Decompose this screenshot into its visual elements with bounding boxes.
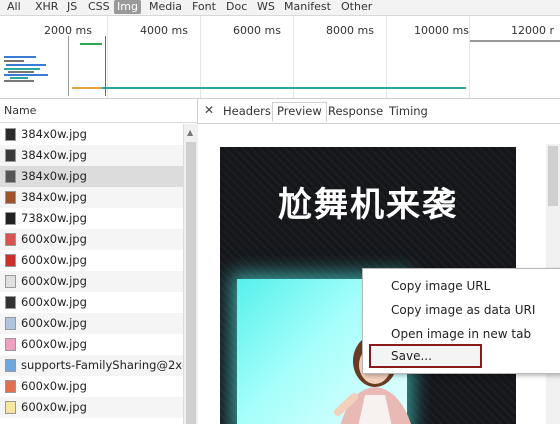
name-column-label: Name	[4, 104, 37, 117]
grid-line	[200, 16, 201, 98]
request-bar	[4, 74, 48, 76]
name-column-header[interactable]: Name	[0, 99, 197, 123]
scrollbar-thumb[interactable]	[548, 146, 558, 206]
request-list-scrollbar[interactable]: ▲	[183, 124, 198, 424]
image-thumbnail-icon	[5, 128, 16, 141]
list-item[interactable]: 738x0w.jpg	[0, 208, 183, 229]
file-name: 600x0w.jpg	[21, 337, 87, 351]
image-context-menu: Copy image URL Copy image as data URI Op…	[362, 268, 560, 374]
request-bar	[4, 56, 36, 58]
image-thumbnail-icon	[5, 275, 16, 288]
filter-manifest[interactable]: Manifest	[281, 0, 334, 14]
menu-item-save[interactable]: Save...	[391, 346, 432, 366]
filter-img[interactable]: Img	[114, 0, 141, 14]
request-bar	[4, 80, 34, 82]
file-name: 384x0w.jpg	[21, 148, 87, 162]
tab-preview[interactable]: Preview	[272, 102, 327, 122]
file-name: 600x0w.jpg	[21, 400, 87, 414]
request-bar	[8, 71, 34, 73]
request-bar	[6, 64, 46, 66]
list-item[interactable]: 600x0w.jpg	[0, 292, 183, 313]
list-item[interactable]: 600x0w.jpg	[0, 376, 183, 397]
file-name: 600x0w.jpg	[21, 274, 87, 288]
file-name: 384x0w.jpg	[21, 127, 87, 141]
menu-item-open-image-new-tab[interactable]: Open image in new tab	[391, 324, 531, 344]
image-thumbnail-icon	[5, 254, 16, 267]
timeline-tick: 6000 ms	[233, 24, 281, 37]
image-thumbnail-icon	[5, 338, 16, 351]
list-item[interactable]: supports-FamilySharing@2x-f.	[0, 355, 183, 376]
tab-response[interactable]: Response	[328, 103, 383, 121]
list-item[interactable]: 600x0w.jpg	[0, 313, 183, 334]
filter-font[interactable]: Font	[189, 0, 219, 14]
image-thumbnail-icon	[5, 401, 16, 414]
timeline-tick: 12000 r	[511, 24, 555, 37]
list-item[interactable]: 600x0w.jpg	[0, 229, 183, 250]
filter-media[interactable]: Media	[146, 0, 185, 14]
scroll-up-arrow-icon[interactable]: ▲	[187, 128, 193, 137]
image-thumbnail-icon	[5, 170, 16, 183]
close-icon[interactable]: ✕	[204, 103, 214, 117]
list-item[interactable]: 384x0w.jpg	[0, 145, 183, 166]
request-bar	[4, 60, 24, 62]
request-bar	[76, 87, 466, 89]
filter-ws[interactable]: WS	[254, 0, 278, 14]
file-name: 384x0w.jpg	[21, 190, 87, 204]
file-name: supports-FamilySharing@2x-f.	[21, 358, 183, 372]
filter-doc[interactable]: Doc	[223, 0, 250, 14]
list-item[interactable]: 600x0w.jpg	[0, 397, 183, 418]
filter-other[interactable]: Other	[338, 0, 375, 14]
request-bar	[80, 43, 102, 45]
timeline-marker	[68, 36, 69, 96]
filter-xhr[interactable]: XHR	[32, 0, 61, 14]
list-item[interactable]: 600x0w.jpg	[0, 271, 183, 292]
image-thumbnail-icon	[5, 191, 16, 204]
list-item[interactable]: 384x0w.jpg	[0, 124, 183, 145]
image-thumbnail-icon	[5, 233, 16, 246]
grid-line	[469, 16, 470, 98]
grid-line	[293, 16, 294, 98]
request-bar	[10, 77, 28, 79]
detail-tabs: ✕ Headers Preview Response Timing	[197, 99, 560, 124]
list-item[interactable]: 384x0w.jpg	[0, 187, 183, 208]
file-name: 600x0w.jpg	[21, 316, 87, 330]
list-item[interactable]: 600x0w.jpg	[0, 334, 183, 355]
network-overview-timeline[interactable]: 2000 ms 4000 ms 6000 ms 8000 ms 10000 ms…	[0, 16, 560, 99]
file-name: 738x0w.jpg	[21, 211, 87, 225]
request-bar	[72, 87, 102, 89]
filter-all[interactable]: All	[4, 0, 24, 14]
list-item[interactable]: 600x0w.jpg	[0, 250, 183, 271]
file-name: 600x0w.jpg	[21, 379, 87, 393]
timeline-tick: 4000 ms	[140, 24, 188, 37]
resource-filter-bar: All XHR JS CSS Img Media Font Doc WS Man…	[0, 0, 560, 16]
load-event-marker	[105, 36, 106, 96]
menu-item-copy-image-url[interactable]: Copy image URL	[391, 276, 490, 296]
image-thumbnail-icon	[5, 212, 16, 225]
grid-line	[386, 16, 387, 98]
request-list: 384x0w.jpg 384x0w.jpg 384x0w.jpg 384x0w.…	[0, 124, 183, 424]
image-thumbnail-icon	[5, 296, 16, 309]
filter-css[interactable]: CSS	[85, 0, 113, 14]
preview-image-title: 尬舞机来袭	[278, 185, 458, 225]
image-thumbnail-icon	[5, 380, 16, 393]
timeline-tick: 10000 ms	[414, 24, 469, 37]
request-bar	[4, 68, 40, 70]
scrollbar-thumb[interactable]	[186, 142, 196, 424]
tab-headers[interactable]: Headers	[223, 103, 271, 121]
timeline-tick: 8000 ms	[326, 24, 374, 37]
request-bar	[470, 40, 560, 42]
tab-timing[interactable]: Timing	[389, 103, 428, 121]
file-name: 600x0w.jpg	[21, 295, 87, 309]
menu-item-copy-image-data-uri[interactable]: Copy image as data URI	[391, 300, 535, 320]
file-name: 600x0w.jpg	[21, 253, 87, 267]
image-thumbnail-icon	[5, 317, 16, 330]
image-thumbnail-icon	[5, 149, 16, 162]
file-name: 384x0w.jpg	[21, 169, 87, 183]
image-thumbnail-icon	[5, 359, 16, 372]
file-name: 600x0w.jpg	[21, 232, 87, 246]
filter-js[interactable]: JS	[64, 0, 80, 14]
grid-line	[107, 16, 108, 98]
list-item-selected[interactable]: 384x0w.jpg	[0, 166, 183, 187]
